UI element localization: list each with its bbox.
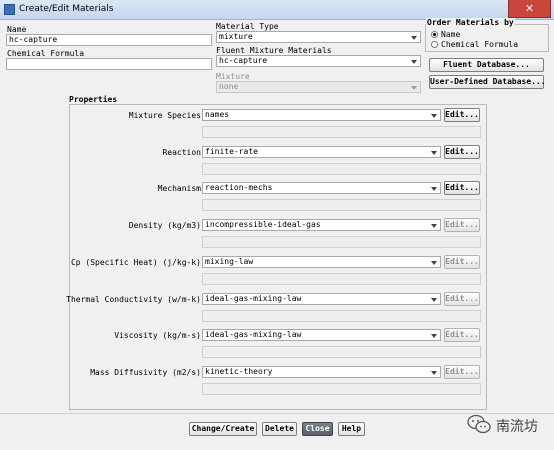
property-method-select[interactable]: ideal-gas-mixing-law xyxy=(202,329,441,341)
chevron-down-icon xyxy=(431,334,437,338)
chemical-formula-label: Chemical Formula xyxy=(7,49,85,58)
order-by-name-radio[interactable] xyxy=(431,31,438,38)
fluent-mixture-select[interactable]: hc-capture xyxy=(216,55,421,67)
app-icon xyxy=(4,4,15,15)
chevron-down-icon xyxy=(431,114,437,118)
property-detail-field xyxy=(202,273,481,285)
order-materials-label: Order Materials by xyxy=(426,18,515,27)
chevron-down-icon xyxy=(431,298,437,302)
material-type-label: Material Type xyxy=(216,22,279,31)
title-bar: Create/Edit Materials ✕ xyxy=(0,0,554,20)
chevron-down-icon xyxy=(411,60,417,64)
fluent-mixture-value: hc-capture xyxy=(219,56,268,65)
property-method-select[interactable]: names xyxy=(202,109,441,121)
order-by-formula-radio[interactable] xyxy=(431,41,438,48)
property-method-select[interactable]: finite-rate xyxy=(202,146,441,158)
property-method-value: names xyxy=(205,110,230,119)
user-defined-database-button[interactable]: User-Defined Database... xyxy=(429,75,546,89)
property-method-select[interactable]: mixing-law xyxy=(202,256,441,268)
property-label: Viscosity (kg/m-s) xyxy=(114,331,201,340)
chevron-down-icon xyxy=(431,187,437,191)
property-label: Cp (Specific Heat) (j/kg-k) xyxy=(70,258,201,267)
chevron-down-icon xyxy=(431,261,437,265)
property-method-value: incompressible-ideal-gas xyxy=(205,220,321,229)
name-label: Name xyxy=(7,25,27,34)
property-detail-field xyxy=(202,199,481,211)
property-edit-button: Edit... xyxy=(444,328,480,342)
delete-button[interactable]: Delete xyxy=(262,422,297,436)
mixture-select: none xyxy=(216,81,421,93)
properties-label: Properties xyxy=(69,95,118,104)
chevron-down-icon xyxy=(431,371,437,375)
window-title: Create/Edit Materials xyxy=(19,4,114,14)
property-detail-field xyxy=(202,310,481,322)
property-label: Reaction xyxy=(162,148,201,157)
property-label: Thermal Conductivity (w/m-k) xyxy=(66,295,201,304)
order-by-name-label: Name xyxy=(441,30,461,39)
property-detail-field xyxy=(202,346,481,358)
property-method-select[interactable]: kinetic-theory xyxy=(202,366,441,378)
fluent-database-button[interactable]: Fluent Database... xyxy=(429,58,544,72)
property-label: Mechanism xyxy=(157,184,201,193)
property-detail-field xyxy=(202,236,481,248)
close-button[interactable]: Close xyxy=(302,422,333,436)
property-method-select[interactable]: ideal-gas-mixing-law xyxy=(202,293,441,305)
property-edit-button[interactable]: Edit... xyxy=(444,108,480,122)
property-method-value: finite-rate xyxy=(205,147,258,156)
change-create-button[interactable]: Change/Create xyxy=(189,422,257,436)
fluent-mixture-label: Fluent Mixture Materials xyxy=(216,46,332,55)
property-label: Mass Diffusivity (m2/s) xyxy=(90,368,201,377)
watermark-text: 南流坊 xyxy=(496,419,538,435)
chevron-down-icon xyxy=(431,151,437,155)
material-type-select[interactable]: mixture xyxy=(216,31,421,43)
mixture-value: none xyxy=(219,82,239,91)
close-window-button[interactable]: ✕ xyxy=(508,0,551,18)
order-by-formula-label: Chemical Formula xyxy=(441,40,519,49)
chevron-down-icon xyxy=(431,224,437,228)
property-detail-field xyxy=(202,163,481,175)
property-method-value: mixing-law xyxy=(205,257,254,266)
property-edit-button: Edit... xyxy=(444,255,480,269)
property-method-select[interactable]: incompressible-ideal-gas xyxy=(202,219,441,231)
property-method-value: kinetic-theory xyxy=(205,367,273,376)
property-edit-button[interactable]: Edit... xyxy=(444,145,480,159)
name-input[interactable]: hc-capture xyxy=(6,34,212,46)
property-edit-button: Edit... xyxy=(444,292,480,306)
wechat-icon xyxy=(467,414,491,434)
material-type-value: mixture xyxy=(219,32,253,41)
property-detail-field xyxy=(202,383,481,395)
help-button[interactable]: Help xyxy=(338,422,365,436)
property-detail-field xyxy=(202,126,481,138)
property-method-value: ideal-gas-mixing-law xyxy=(205,330,302,339)
property-edit-button[interactable]: Edit... xyxy=(444,181,480,195)
property-method-value: reaction-mechs xyxy=(205,183,273,192)
chemical-formula-input[interactable] xyxy=(6,58,212,70)
chevron-down-icon xyxy=(411,36,417,40)
property-edit-button: Edit... xyxy=(444,365,480,379)
mixture-label: Mixture xyxy=(216,72,250,81)
property-method-value: ideal-gas-mixing-law xyxy=(205,294,302,303)
property-method-select[interactable]: reaction-mechs xyxy=(202,182,441,194)
watermark: 南流坊 xyxy=(466,413,538,435)
property-label: Density (kg/m3) xyxy=(128,221,201,230)
chevron-down-icon xyxy=(411,86,417,90)
property-edit-button: Edit... xyxy=(444,218,480,232)
property-label: Mixture Species xyxy=(128,111,201,120)
